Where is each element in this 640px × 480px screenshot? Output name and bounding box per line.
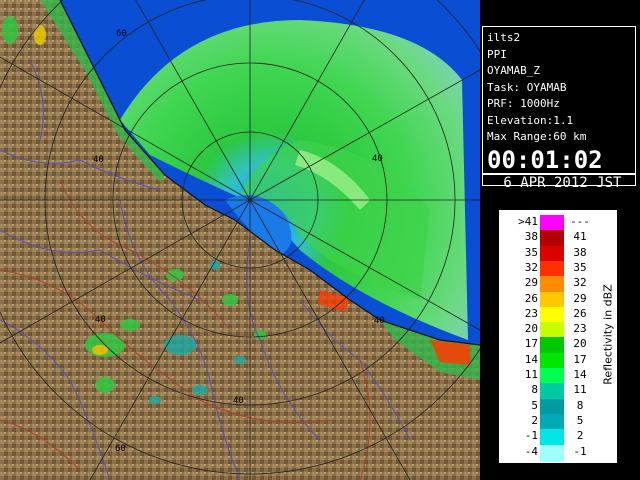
legend-upper-bound: --- <box>570 215 590 228</box>
legend-upper-bound: 17 <box>573 352 587 366</box>
legend-upper-bound: 11 <box>573 383 587 397</box>
scan-mode: PPI <box>487 47 507 61</box>
legend-lower-bound: 14 <box>524 352 538 366</box>
legend-upper-bound: 38 <box>573 245 587 259</box>
range-label: 40 <box>233 396 244 406</box>
elevation-value: Elevation:1.1 <box>487 113 574 127</box>
legend-lower-bound: 29 <box>524 276 538 290</box>
legend-upper-bound: 26 <box>573 306 587 320</box>
range-label: 40 <box>374 316 385 326</box>
legend-row: -4 -1 <box>504 444 614 462</box>
prf-value: PRF: 1000Hz <box>487 97 560 110</box>
scan-time: 00:01:02 <box>487 145 603 174</box>
legend-unit-label: Reflectivity in dBZ <box>601 284 615 385</box>
scan-date: 6 APR 2012 JST <box>483 172 635 191</box>
legend-unit: Reflectivity in dBZ <box>597 256 615 416</box>
legend-lower-bound: 5 <box>531 398 538 412</box>
legend-upper-bound: 14 <box>573 368 587 381</box>
legend-lower-bound: -4 <box>524 444 538 458</box>
legend-upper-bound: 41 <box>573 230 587 244</box>
legend-lower-bound: 35 <box>524 245 538 259</box>
product-name: OYAMAB_Z <box>487 64 540 77</box>
reflectivity-legend: >41 --- 38 41 35 38 32 35 29 32 26 29 23 26 20 23 17 20 14… <box>499 210 617 463</box>
legend-lower-bound: 26 <box>524 291 538 305</box>
radar-map: 60 40 40 40 40 60 40 <box>0 0 480 480</box>
legend-upper-bound: 8 <box>576 398 584 412</box>
legend-upper-bound: 29 <box>573 291 587 305</box>
max-range-value: Max Range:60 km <box>487 130 587 143</box>
legend-upper-bound: 23 <box>573 322 587 336</box>
legend-lower-bound: 32 <box>524 260 538 274</box>
legend-lower-bound: 17 <box>524 337 538 351</box>
legend-upper-bound: 2 <box>576 429 584 443</box>
radar-info-panel: ilts2 PPI OYAMAB_Z Task: OYAMAB PRF: 100… <box>482 26 636 191</box>
legend-lower-bound: -1 <box>524 429 538 443</box>
range-label: 40 <box>372 154 383 164</box>
legend-lower-bound: 2 <box>531 413 538 427</box>
legend-upper-bound: 20 <box>573 337 587 351</box>
legend-lower-bound: 23 <box>524 306 538 320</box>
legend-upper-bound: -1 <box>573 444 587 458</box>
range-label: 40 <box>95 315 106 325</box>
legend-lower-bound: >41 <box>518 215 538 228</box>
radar-name: ilts2 <box>487 31 521 44</box>
legend-upper-bound: 32 <box>573 276 587 290</box>
legend-upper-bound: 5 <box>576 413 584 427</box>
legend-lower-bound: 38 <box>524 230 538 244</box>
range-label: 40 <box>93 155 104 165</box>
legend-swatch <box>540 444 564 462</box>
legend-upper-bound: 35 <box>573 260 587 274</box>
legend-lower-bound: 20 <box>524 322 538 336</box>
task-name: Task: OYAMAB <box>487 80 567 94</box>
range-label: 60 <box>115 444 126 454</box>
legend-lower-bound: 8 <box>531 383 538 397</box>
range-label: 60 <box>116 29 127 39</box>
legend-lower-bound: 11 <box>524 368 538 381</box>
